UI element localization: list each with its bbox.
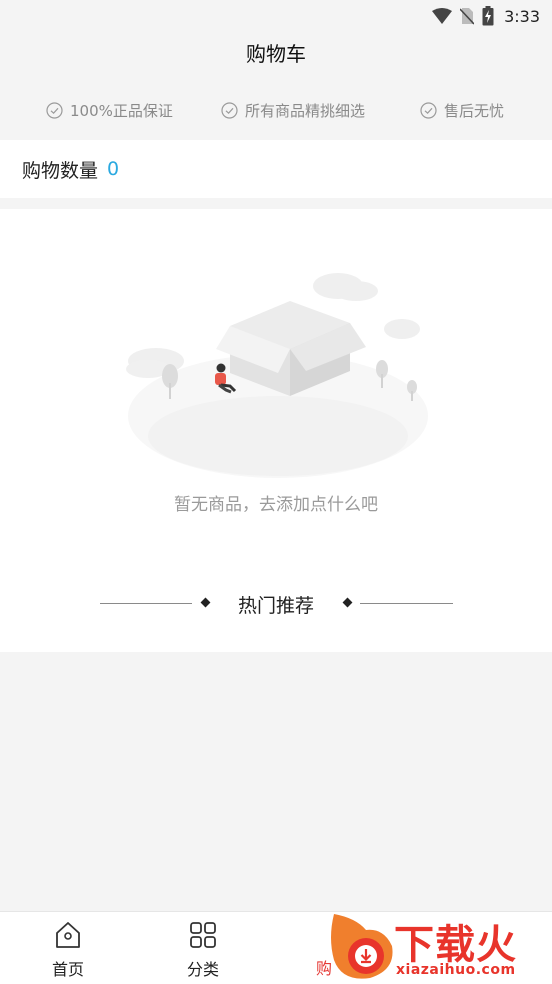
grid-icon — [190, 922, 216, 948]
divider-line — [360, 603, 453, 604]
tab-category-label: 分类 — [186, 960, 219, 979]
cart-count-label: 购物数量 — [22, 159, 99, 182]
hot-recommend-divider: 热门推荐 — [0, 589, 552, 619]
status-time: 3:33 — [504, 6, 540, 26]
status-bar: 3:33 — [0, 0, 552, 32]
guarantee-item: 售后无忧 — [420, 88, 504, 132]
check-circle-icon — [420, 101, 437, 119]
status-icons: 3:33 — [432, 5, 540, 27]
watermark-logo: 下载火 xiazaihuo.com — [326, 908, 552, 983]
guarantee-label: 所有商品精挑细选 — [245, 101, 366, 120]
guarantee-item: 所有商品精挑细选 — [221, 88, 365, 132]
check-circle-icon — [221, 101, 238, 119]
watermark-url: xiazaihuo.com — [396, 962, 516, 978]
wifi-icon — [432, 8, 453, 24]
check-circle-icon — [46, 101, 63, 119]
tab-category[interactable]: 分类 — [148, 912, 258, 984]
empty-state-card: 暂无商品，去添加点什么吧 热门推荐 — [0, 209, 552, 652]
no-sim-icon — [460, 8, 475, 25]
battery-charging-icon — [482, 6, 494, 26]
empty-message: 暂无商品，去添加点什么吧 — [174, 495, 378, 515]
guarantee-label: 售后无忧 — [444, 101, 505, 120]
flame-logo-icon — [331, 914, 393, 979]
empty-box-illustration — [126, 273, 428, 478]
cart-count-row: 购物数量 0 — [0, 140, 552, 198]
cart-count-value: 0 — [107, 158, 120, 180]
guarantee-item: 100%正品保证 — [46, 88, 173, 132]
home-icon — [56, 922, 80, 948]
guarantee-label: 100%正品保证 — [70, 101, 173, 120]
hot-recommend-title: 热门推荐 — [237, 595, 314, 617]
guarantee-bar: 100%正品保证 所有商品精挑细选 售后无忧 — [0, 88, 552, 132]
tab-home-label: 首页 — [51, 960, 84, 979]
page-title: 购物车 — [246, 42, 306, 66]
tab-home[interactable]: 首页 — [13, 912, 123, 984]
